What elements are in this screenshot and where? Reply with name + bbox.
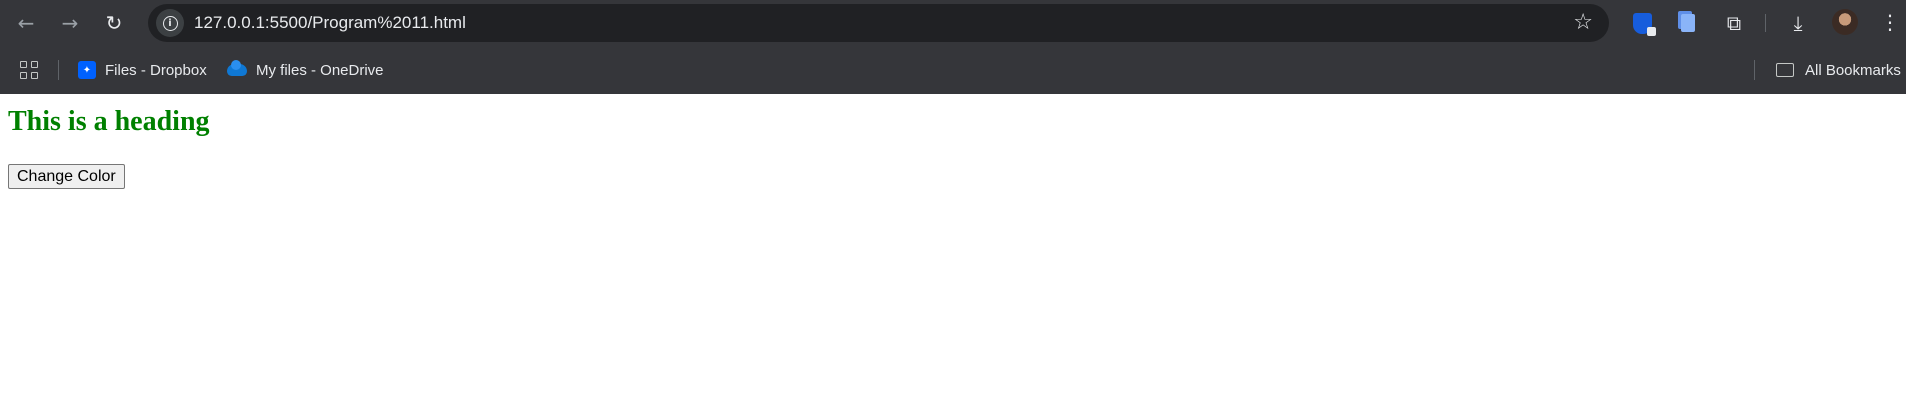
back-button[interactable]: ←: [14, 11, 38, 35]
menu-kebab-icon[interactable]: ⋮: [1880, 10, 1900, 34]
bookmark-label: My files - OneDrive: [256, 61, 384, 79]
profile-avatar[interactable]: [1832, 9, 1858, 35]
address-bar[interactable]: i 127.0.0.1:5500/Program%2011.html ☆: [148, 4, 1609, 42]
puzzle-icon: ⧉: [1726, 11, 1742, 35]
toolbar-divider: [1765, 14, 1766, 32]
browser-toolbar: ← → ↻ i 127.0.0.1:5500/Program%2011.html…: [0, 0, 1906, 46]
bookmarks-divider: [58, 60, 59, 80]
copy-icon: [1681, 14, 1695, 32]
bookmark-dropbox[interactable]: ✦ Files - Dropbox: [78, 58, 207, 82]
downloads-button[interactable]: ⤓: [1786, 11, 1810, 35]
site-info-button[interactable]: i: [156, 9, 184, 37]
reload-icon: ↻: [105, 11, 123, 35]
page-content: This is a heading Change Color: [0, 94, 1906, 419]
arrow-left-icon: ←: [17, 11, 35, 35]
change-color-button[interactable]: Change Color: [8, 164, 125, 189]
bookmark-label: Files - Dropbox: [105, 61, 207, 79]
bookmarks-divider: [1754, 60, 1755, 80]
copy-extension-button[interactable]: [1676, 11, 1700, 35]
arrow-right-icon: →: [61, 11, 79, 35]
browser-chrome: ← → ↻ i 127.0.0.1:5500/Program%2011.html…: [0, 0, 1906, 94]
bookmarks-bar: ✦ Files - Dropbox My files - OneDrive Al…: [0, 52, 1906, 86]
apps-grid-icon[interactable]: [20, 61, 38, 79]
all-bookmarks-label: All Bookmarks: [1805, 61, 1901, 79]
url-text[interactable]: 127.0.0.1:5500/Program%2011.html: [194, 13, 466, 33]
all-bookmarks-button[interactable]: All Bookmarks: [1776, 58, 1901, 82]
page-heading: This is a heading: [8, 106, 210, 137]
dropbox-icon: ✦: [78, 61, 96, 79]
bookmark-star-icon[interactable]: ☆: [1573, 11, 1593, 35]
folder-icon: [1776, 63, 1794, 77]
forward-button[interactable]: →: [58, 11, 82, 35]
extensions-button[interactable]: ⧉: [1722, 11, 1746, 35]
onedrive-icon: [227, 60, 247, 76]
info-icon: i: [162, 15, 178, 31]
reload-button[interactable]: ↻: [102, 11, 126, 35]
bookmark-onedrive[interactable]: My files - OneDrive: [227, 58, 384, 82]
bitwarden-icon: [1632, 12, 1656, 36]
bitwarden-extension-button[interactable]: [1630, 11, 1656, 36]
download-icon: ⤓: [1793, 11, 1803, 35]
